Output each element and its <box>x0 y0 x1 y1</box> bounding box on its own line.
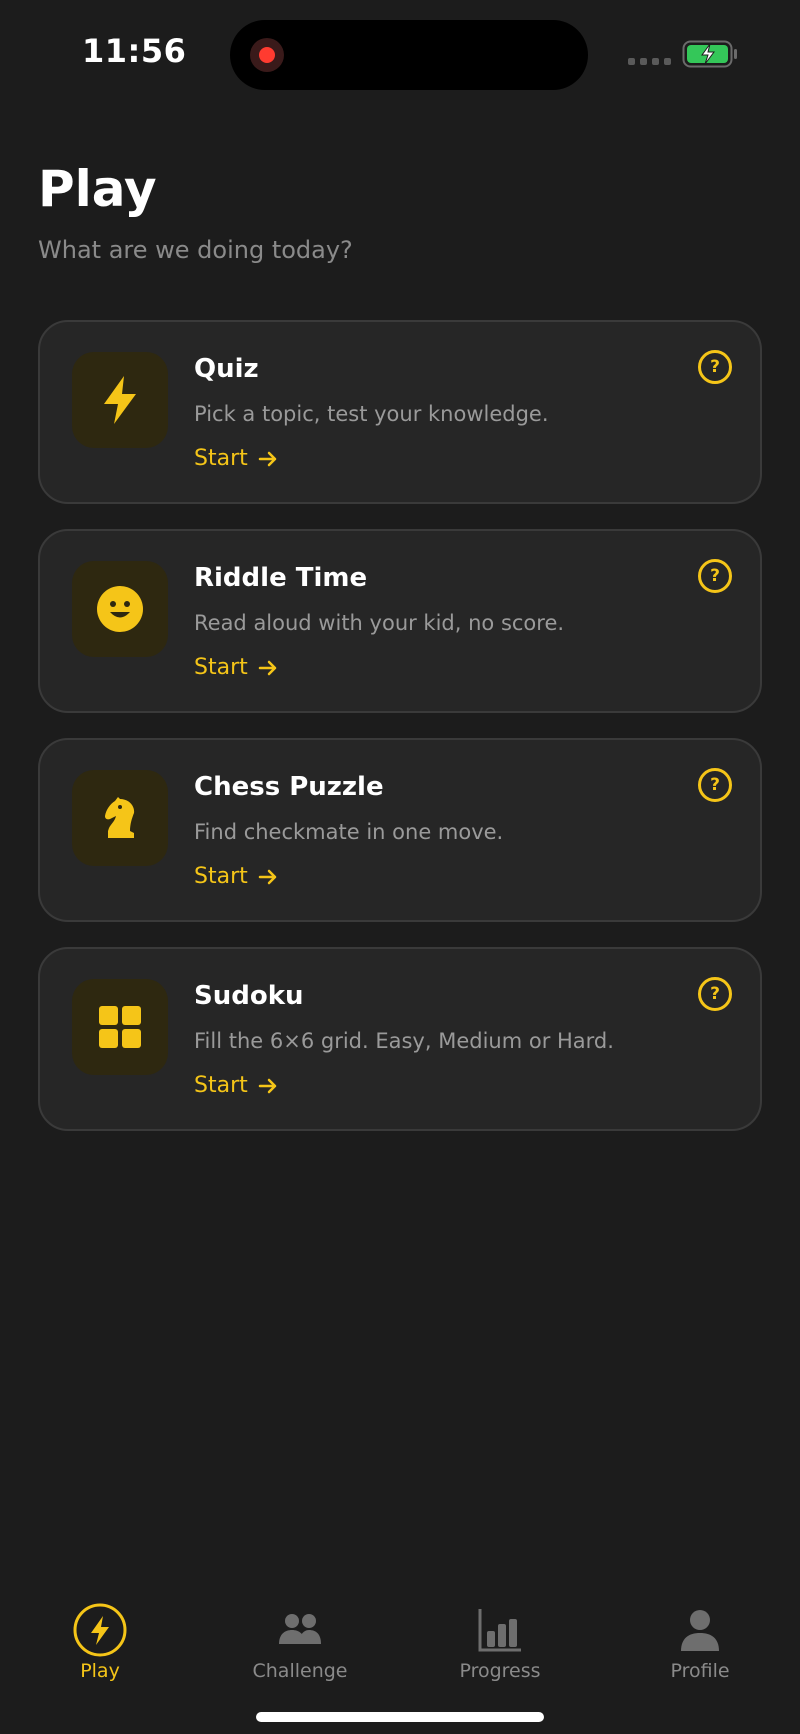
riddle-icon-tile <box>72 561 168 657</box>
tab-bar: Play Challenge Progress Profile <box>0 1600 800 1690</box>
card-description: Pick a topic, test your knowledge. <box>194 402 549 426</box>
start-sudoku-button[interactable]: Start <box>194 1073 278 1098</box>
tab-label: Profile <box>670 1660 730 1682</box>
start-label: Start <box>194 1073 248 1098</box>
card-description: Fill the 6×6 grid. Easy, Medium or Hard. <box>194 1029 614 1053</box>
start-riddle-button[interactable]: Start <box>194 655 278 680</box>
game-list: Quiz Pick a topic, test your knowledge. … <box>38 320 762 1156</box>
home-indicator[interactable] <box>256 1712 544 1722</box>
arrow-right-icon <box>258 1078 276 1093</box>
card-quiz[interactable]: Quiz Pick a topic, test your knowledge. … <box>38 320 762 504</box>
tab-challenge[interactable]: Challenge <box>200 1600 400 1690</box>
tab-label: Play <box>80 1660 120 1682</box>
help-button[interactable]: ? <box>698 768 732 802</box>
start-label: Start <box>194 864 248 889</box>
card-title: Sudoku <box>194 981 304 1011</box>
help-button[interactable]: ? <box>698 977 732 1011</box>
arrow-right-icon <box>258 660 276 675</box>
card-title: Quiz <box>194 354 259 384</box>
arrow-right-icon <box>258 869 276 884</box>
chess-knight-icon <box>105 797 135 838</box>
smiley-icon <box>97 586 143 632</box>
help-button[interactable]: ? <box>698 559 732 593</box>
tab-progress[interactable]: Progress <box>400 1600 600 1690</box>
card-riddle-time[interactable]: Riddle Time Read aloud with your kid, no… <box>38 529 762 713</box>
tab-profile[interactable]: Profile <box>600 1600 800 1690</box>
grid-icon <box>99 1006 141 1048</box>
people-icon <box>279 1614 321 1644</box>
person-icon <box>681 1610 719 1651</box>
lightning-icon <box>104 376 136 424</box>
quiz-icon-tile <box>72 352 168 448</box>
dynamic-island <box>230 20 588 90</box>
lightning-icon <box>73 1603 127 1657</box>
arrow-right-icon <box>258 451 276 466</box>
page-subtitle: What are we doing today? <box>38 236 353 264</box>
card-chess-puzzle[interactable]: Chess Puzzle Find checkmate in one move.… <box>38 738 762 922</box>
start-chess-button[interactable]: Start <box>194 864 278 889</box>
page-title: Play <box>38 160 157 218</box>
recording-icon <box>250 38 284 72</box>
card-title: Riddle Time <box>194 563 368 593</box>
status-time: 11:56 <box>82 32 187 70</box>
tab-label: Progress <box>459 1660 541 1682</box>
card-title: Chess Puzzle <box>194 772 384 802</box>
sudoku-icon-tile <box>72 979 168 1075</box>
start-label: Start <box>194 446 248 471</box>
chess-icon-tile <box>72 770 168 866</box>
tab-label: Challenge <box>252 1660 348 1682</box>
card-sudoku[interactable]: Sudoku Fill the 6×6 grid. Easy, Medium o… <box>38 947 762 1131</box>
bar-chart-icon <box>478 1609 521 1652</box>
tab-play[interactable]: Play <box>0 1600 200 1690</box>
start-label: Start <box>194 655 248 680</box>
card-description: Find checkmate in one move. <box>194 820 504 844</box>
signal-icon <box>628 58 671 65</box>
help-button[interactable]: ? <box>698 350 732 384</box>
battery-charging-icon <box>682 40 737 68</box>
start-quiz-button[interactable]: Start <box>194 446 278 471</box>
card-description: Read aloud with your kid, no score. <box>194 611 565 635</box>
